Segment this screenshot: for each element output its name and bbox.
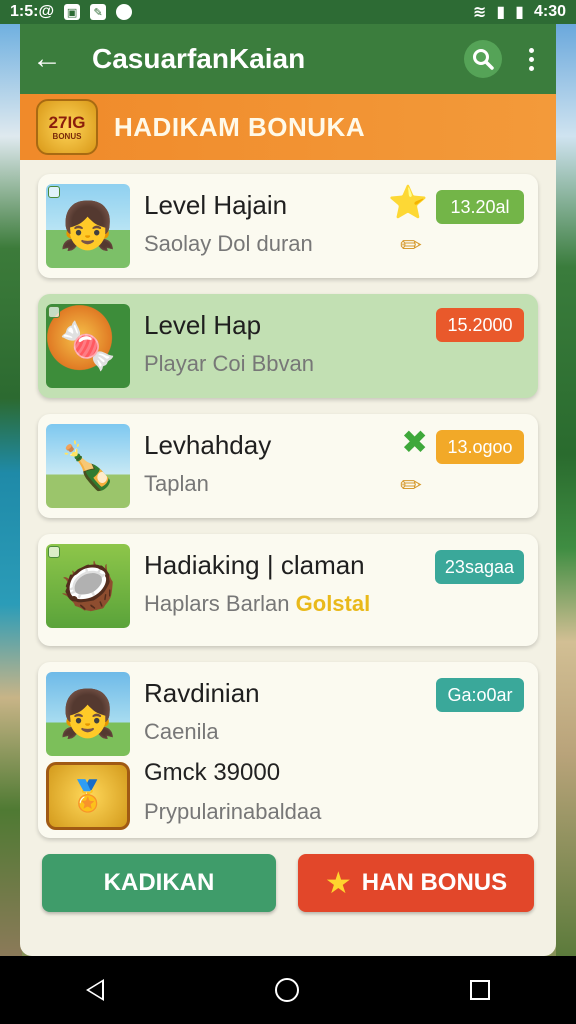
list-item[interactable]: 👧 Level Hajain Saolay Dol duran ⭐ ✏ 13.2… [38, 174, 538, 278]
arrow-left-icon[interactable]: ← [32, 42, 72, 76]
app-window: ← CasuarfanKaian 27IG BONUS HADIKAM BONU… [20, 24, 556, 956]
girl-character-icon: 👧 [59, 199, 117, 252]
card-extra2: Prypularinabaldaa [144, 799, 322, 824]
price-button[interactable]: 13.20al [436, 190, 524, 224]
nav-recents-icon[interactable] [470, 980, 491, 1000]
app-notification-icon [116, 4, 133, 20]
game-thumbnail: 👧 [46, 184, 130, 268]
nav-back-icon[interactable] [85, 979, 104, 1001]
status-bar: 1:5:@ ▣ ✎ ≋ ▮ ▮ 4:30 [0, 0, 576, 24]
card-subtitle: Saolay Dol duran [144, 231, 313, 256]
price-button[interactable]: 13.ogoo [436, 430, 524, 464]
card-subtitle: Caenila [144, 719, 219, 744]
banner-title: HADIKAM BONUKA [114, 111, 366, 142]
search-button[interactable] [464, 40, 502, 78]
app-title: CasuarfanKaian [92, 43, 306, 74]
list-item[interactable]: 🥥 Hadiaking | claman Haplars Barlan Gols… [38, 534, 538, 646]
edit-notification-icon: ✎ [90, 4, 107, 20]
app-bar: ← CasuarfanKaian [20, 24, 556, 94]
card-subtitle-b: Golstal [295, 591, 371, 616]
card-subtitle: Playar Coi Bbvan [144, 351, 314, 376]
nav-home-icon[interactable] [274, 978, 299, 1002]
leaf-icon: ✖ [401, 424, 428, 460]
badge-top-text: 27IG [48, 112, 86, 132]
card-subtitle-a: Haplars Barlan [144, 591, 296, 616]
signal-icon: ▮ [496, 4, 506, 21]
status-time-left: 1:5:@ [10, 3, 55, 20]
list-item[interactable]: 🍾 Levhahday Taplan ✖ ✏ 13.ogoo [38, 414, 538, 518]
card-subtitle: Haplars Barlan Golstal [144, 591, 530, 617]
star-icon: ★ [324, 866, 352, 900]
background-scenery-right [556, 24, 576, 960]
medal-icon: 🏅 [46, 762, 130, 830]
price-button[interactable]: Ga:o0ar [436, 678, 524, 712]
game-thumbnail: 🍾 [46, 424, 130, 508]
girl-character-icon: 👧 [59, 687, 117, 740]
bonus-banner[interactable]: 27IG BONUS HADIKAM BONUKA [20, 94, 556, 160]
price-button[interactable]: 15.2000 [436, 308, 524, 342]
card-extra: Gmck 39000 [144, 759, 281, 786]
more-vert-icon[interactable] [526, 47, 536, 71]
bonus-badge-icon: 27IG BONUS [36, 99, 98, 155]
pencil-icon: ✏ [400, 230, 422, 260]
bonus-button[interactable]: ★ HAN BONUS [298, 854, 534, 912]
bonus-button-label: HAN BONUS [361, 869, 508, 896]
search-icon [473, 49, 494, 70]
list-item[interactable]: 🍬 Level Hap Playar Coi Bbvan 15.2000 [38, 294, 538, 398]
kadikan-button[interactable]: KADIKAN [42, 854, 276, 912]
badge-bottom-text: BONUS [52, 131, 82, 141]
list-item[interactable]: 👧 🏅 Ravdinian Caenila Gmck 39000 Prypula… [38, 662, 538, 838]
battery-icon: ▮ [515, 4, 524, 21]
price-button[interactable]: 23sagaa [434, 550, 524, 584]
image-notification-icon: ▣ [64, 4, 81, 20]
action-buttons: KADIKAN ★ HAN BONUS [20, 854, 556, 912]
status-time-right: 4:30 [533, 3, 566, 20]
game-thumbnail: 👧 [46, 672, 130, 756]
system-nav-bar [0, 956, 576, 1024]
game-thumbnail: 🥥 [46, 544, 130, 628]
fruit-basket-icon: 🥥 [59, 559, 117, 612]
background-scenery-left [0, 24, 22, 960]
wifi-icon: ≋ [472, 4, 487, 21]
pencil-icon: ✏ [400, 470, 422, 500]
star-icon: ⭐ [388, 184, 428, 220]
game-list: 👧 Level Hajain Saolay Dol duran ⭐ ✏ 13.2… [20, 160, 556, 838]
candy-character-icon: 🍬 [59, 319, 117, 372]
bottle-icon: 🍾 [59, 439, 117, 492]
game-thumbnail: 🍬 [46, 304, 130, 388]
card-subtitle: Taplan [144, 471, 209, 496]
